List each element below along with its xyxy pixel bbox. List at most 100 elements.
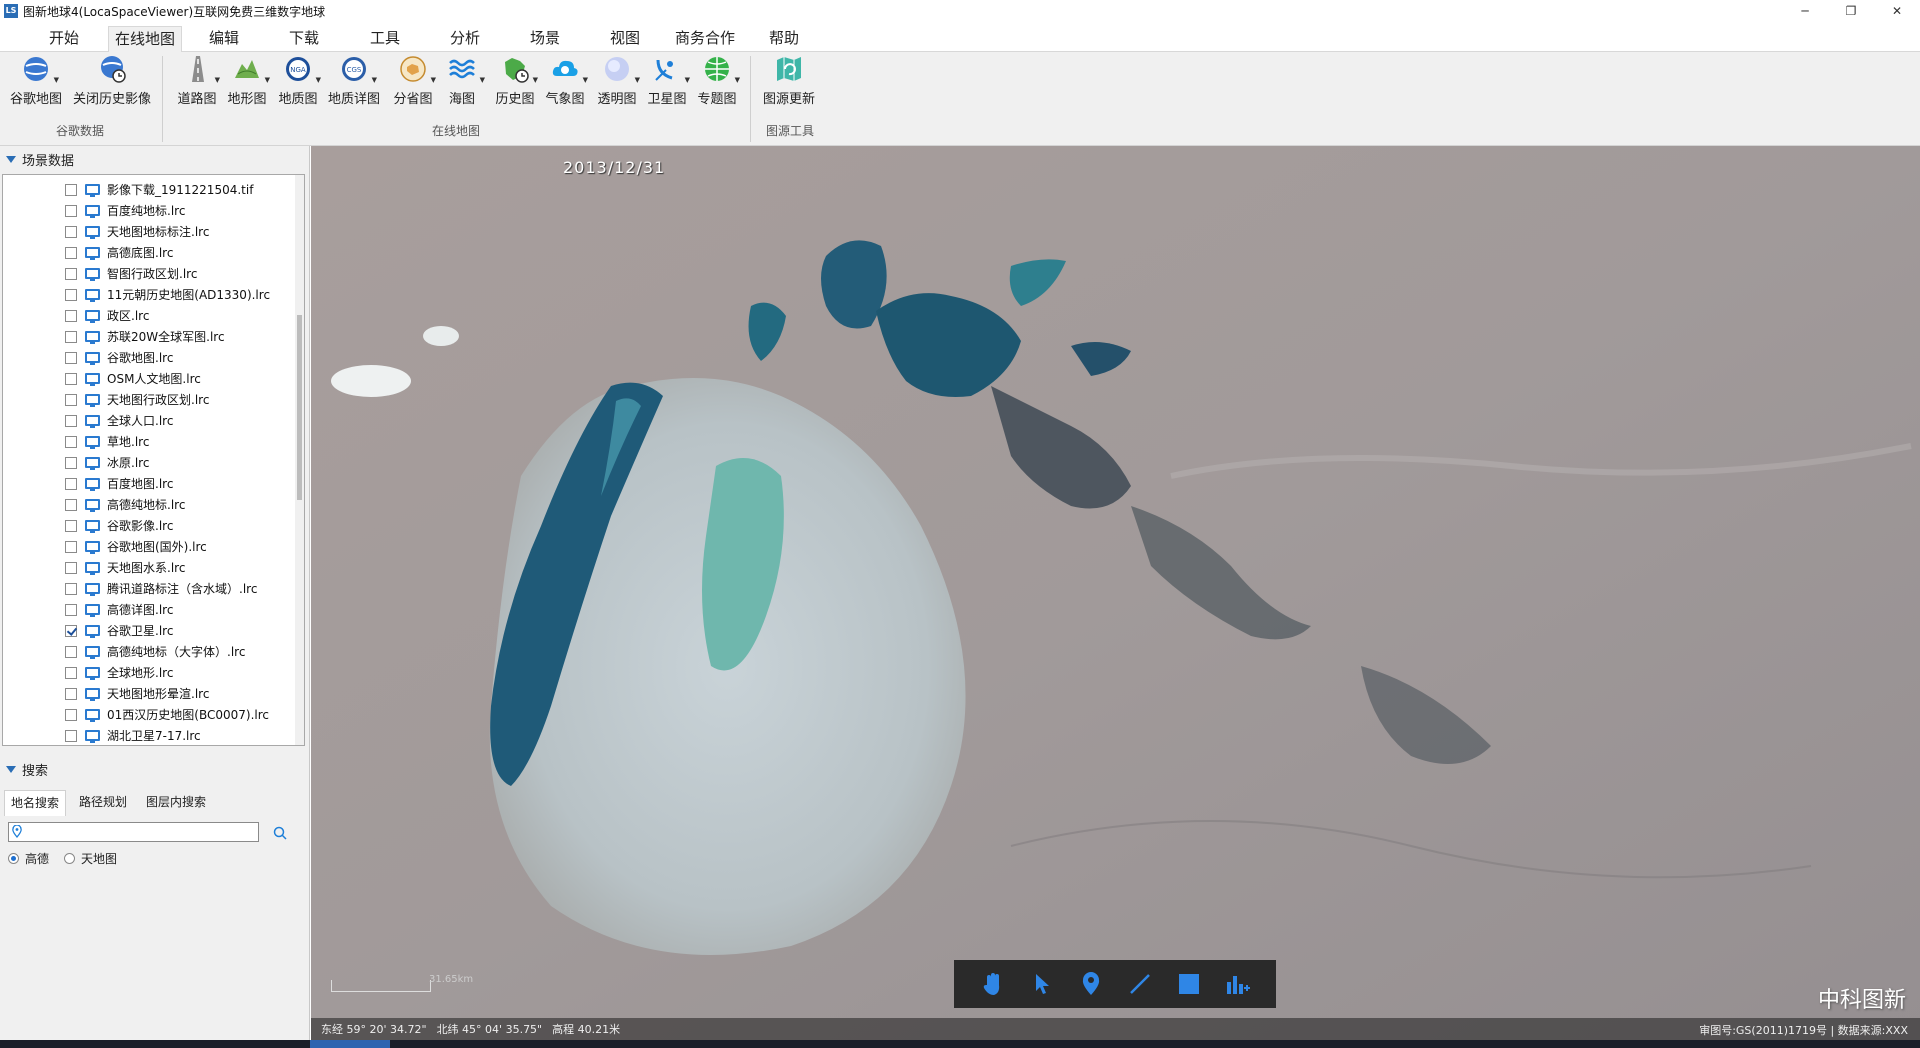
tree-item[interactable]: 高德底图.lrc [65,242,173,263]
tree-item[interactable]: 天地图行政区划.lrc [65,389,209,410]
tree-item[interactable]: 智图行政区划.lrc [65,263,197,284]
layer-checkbox[interactable] [65,288,77,301]
tab-analysis[interactable]: 分析 [437,26,493,52]
geology-detail-button[interactable]: CGS ▼ 地质详图 [328,54,380,110]
tab-route-planning[interactable]: 路径规划 [72,790,134,816]
transparent-map-button[interactable]: ▼ 透明图 [596,54,640,110]
road-map-button[interactable]: ▼ 道路图 [176,54,220,110]
layer-checkbox[interactable] [65,603,77,616]
tree-item[interactable]: 政区.lrc [65,305,149,326]
weather-map-button[interactable]: ▼ 气象图 [544,54,588,110]
source-gaode-radio[interactable]: 高德 [8,850,49,867]
search-header[interactable]: 搜索 [0,758,310,780]
minimize-button[interactable]: ─ [1782,0,1828,22]
tree-item[interactable]: OSM人文地图.lrc [65,368,201,389]
tree-item[interactable]: 百度地图.lrc [65,473,173,494]
tree-item[interactable]: 草地.lrc [65,431,149,452]
layer-checkbox[interactable] [65,435,77,448]
layer-checkbox[interactable] [65,582,77,595]
tree-item[interactable]: 高德纯地标（大字体）.lrc [65,641,245,662]
tab-scene[interactable]: 场景 [517,26,573,52]
tree-item[interactable]: 影像下载_1911221504.tif [65,179,253,200]
scroll-thumb[interactable] [297,315,302,500]
layer-checkbox[interactable] [65,204,77,217]
source-tianditu-radio[interactable]: 天地图 [64,850,117,867]
search-icon[interactable] [272,825,288,841]
tree-item[interactable]: 天地图水系.lrc [65,557,185,578]
tab-tools[interactable]: 工具 [357,26,413,52]
geology-map-button[interactable]: NGA ▼ 地质图 [277,54,321,110]
layer-checkbox[interactable] [65,456,77,469]
tree-scrollbar[interactable] [295,175,304,745]
layer-checkbox[interactable] [65,351,77,364]
tree-item[interactable]: 谷歌影像.lrc [65,515,173,536]
tree-item[interactable]: 百度纯地标.lrc [65,200,185,221]
tree-item[interactable]: 谷歌卫星.lrc [65,620,173,641]
place-marker-icon[interactable] [1076,969,1106,999]
layer-checkbox[interactable] [65,393,77,406]
restore-button[interactable]: ❐ [1828,0,1874,22]
draw-polygon-icon[interactable] [1174,969,1204,999]
tree-item[interactable]: 全球地形.lrc [65,662,173,683]
province-map-button[interactable]: ▼ 分省图 [392,54,436,110]
tab-business[interactable]: 商务合作 [665,26,745,52]
layer-checkbox[interactable] [65,687,77,700]
globe-map-view[interactable]: 2013/12/31 31.65km 中科图新 东经 59° 20' 34.72… [311,146,1920,1040]
layer-checkbox[interactable] [65,372,77,385]
tab-layer-search[interactable]: 图层内搜索 [140,790,212,816]
search-input[interactable] [8,822,259,842]
source-update-button[interactable]: 图源更新 [762,54,816,110]
layer-checkbox[interactable] [65,666,77,679]
layer-checkbox[interactable] [65,645,77,658]
tab-edit[interactable]: 编辑 [196,26,252,52]
layer-checkbox[interactable] [65,183,77,196]
tree-item[interactable]: 天地图地标标注.lrc [65,221,209,242]
pan-hand-icon[interactable] [978,969,1008,999]
layer-checkbox[interactable] [65,267,77,280]
tree-item[interactable]: 全球人口.lrc [65,410,173,431]
google-map-button[interactable]: ▼ 谷歌地图 [10,54,62,110]
select-arrow-icon[interactable] [1027,969,1057,999]
sea-chart-button[interactable]: ▼ 海图 [444,54,485,110]
tree-item[interactable]: 11元朝历史地图(AD1330).lrc [65,284,270,305]
close-button[interactable]: ✕ [1874,0,1920,22]
terrain-map-button[interactable]: ▼ 地形图 [226,54,270,110]
satellite-map-button[interactable]: ▼ 卫星图 [646,54,690,110]
history-map-button[interactable]: ▼ 历史图 [494,54,538,110]
thematic-map-button[interactable]: ▼ 专题图 [696,54,740,110]
layer-checkbox[interactable] [65,519,77,532]
draw-line-icon[interactable] [1125,969,1155,999]
layer-checkbox[interactable] [65,309,77,322]
tree-item[interactable]: 高德纯地标.lrc [65,494,185,515]
close-history-imagery-button[interactable]: 关闭历史影像 [73,54,151,110]
scene-tree[interactable]: 影像下载_1911221504.tif 百度纯地标.lrc 天地图地标标注.lrc 高… [2,174,305,746]
tree-item[interactable]: 冰原.lrc [65,452,149,473]
scene-data-header[interactable]: 场景数据 [0,148,310,170]
tree-item[interactable]: 天地图地形晕渲.lrc [65,683,209,704]
tree-item[interactable]: 高德详图.lrc [65,599,173,620]
tab-start[interactable]: 开始 [36,26,92,52]
tree-item[interactable]: 湖北卫星7-17.lrc [65,725,201,745]
layer-checkbox[interactable] [65,246,77,259]
layer-checkbox[interactable] [65,561,77,574]
layer-checkbox[interactable] [65,330,77,343]
tab-online-map[interactable]: 在线地图 [108,26,182,52]
tab-view[interactable]: 视图 [597,26,653,52]
tree-item[interactable]: 腾讯道路标注（含水域）.lrc [65,578,257,599]
tab-place-search[interactable]: 地名搜索 [4,790,66,816]
tree-item[interactable]: 谷歌地图(国外).lrc [65,536,207,557]
layer-checkbox[interactable] [65,414,77,427]
tab-help[interactable]: 帮助 [756,26,812,52]
layer-checkbox[interactable] [65,498,77,511]
tree-item[interactable]: 谷歌地图.lrc [65,347,173,368]
statistics-icon[interactable] [1223,969,1253,999]
layer-checkbox[interactable] [65,708,77,721]
layer-checkbox[interactable] [65,540,77,553]
layer-checkbox[interactable] [65,729,77,742]
tree-item[interactable]: 01西汉历史地图(BC0007).lrc [65,704,269,725]
layer-checkbox[interactable] [65,624,77,637]
tab-download[interactable]: 下载 [276,26,332,52]
layer-checkbox[interactable] [65,477,77,490]
tree-item[interactable]: 苏联20W全球军图.lrc [65,326,225,347]
layer-checkbox[interactable] [65,225,77,238]
